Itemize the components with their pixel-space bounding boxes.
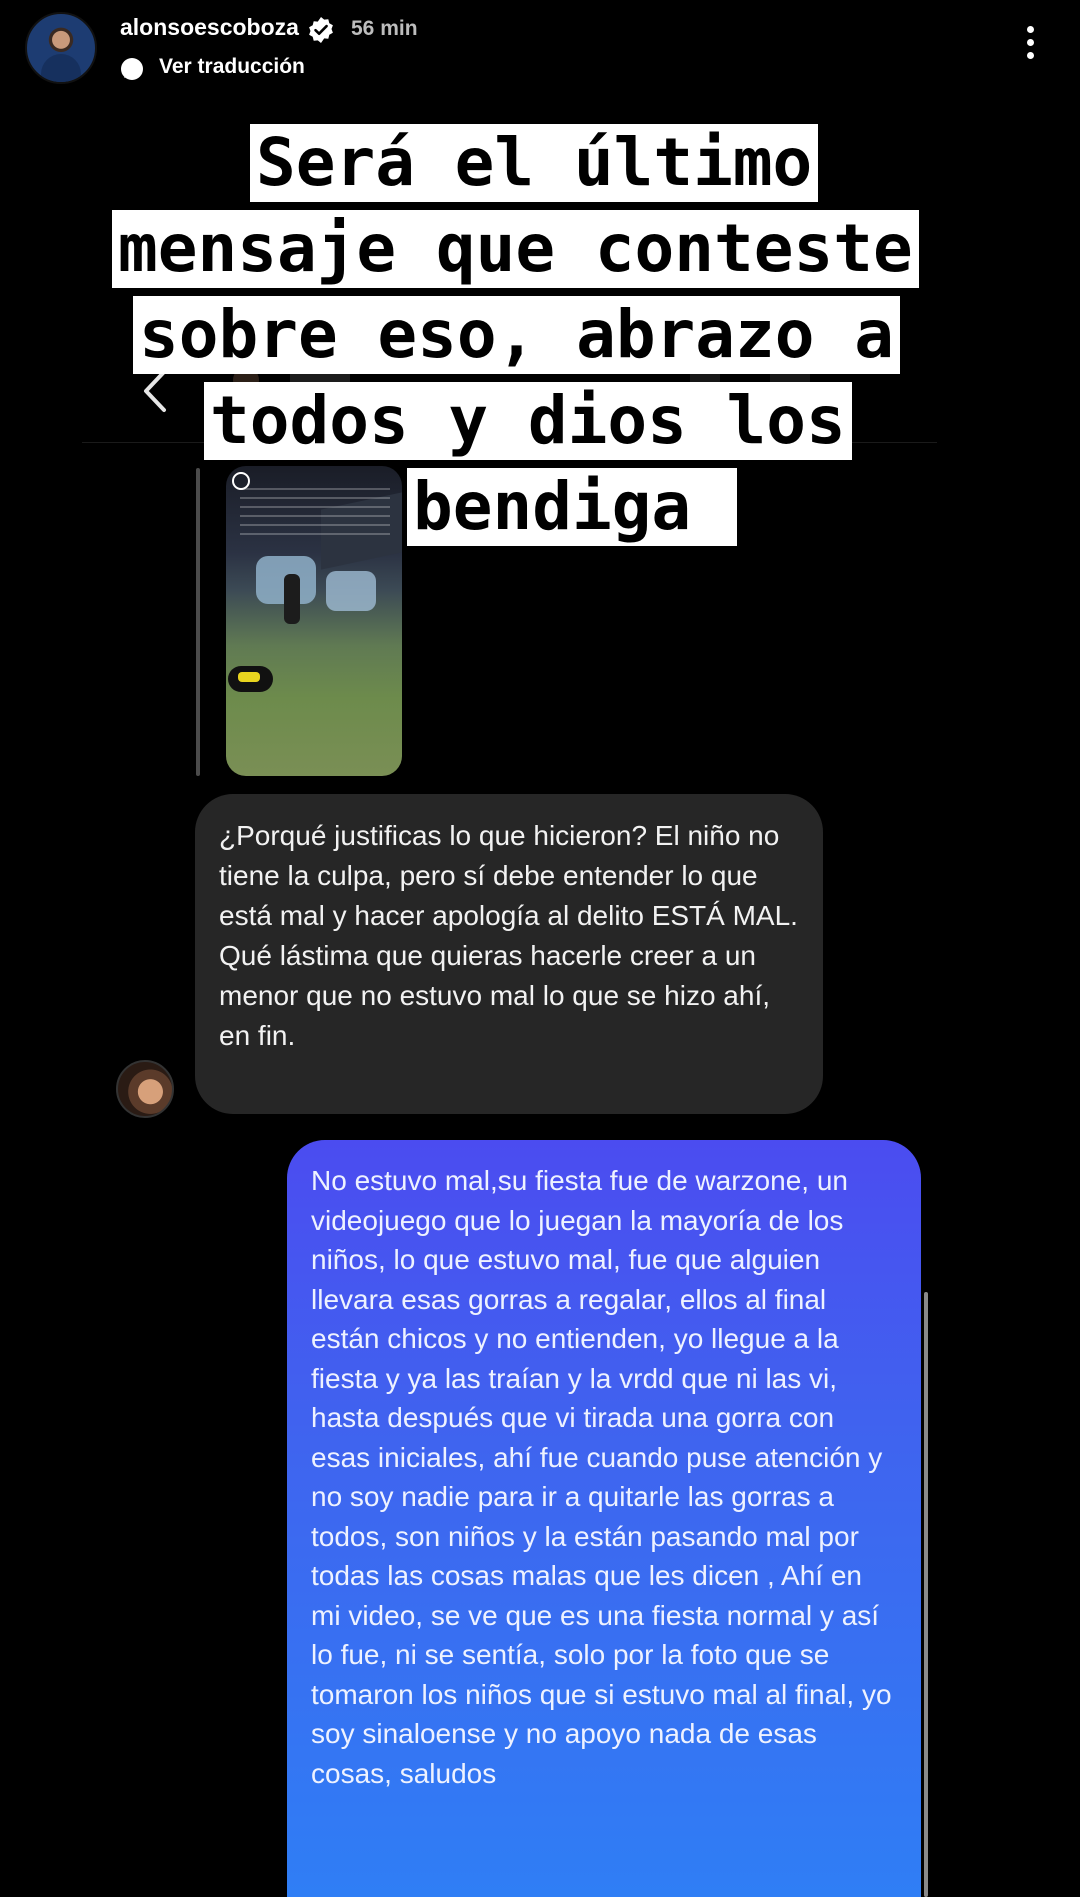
scrollbar [924, 1292, 928, 1897]
username[interactable]: alonsoescoboza [120, 14, 299, 41]
story-header: alonsoescoboza 56 min Ver traducción [0, 0, 1080, 100]
back-chevron-icon [144, 370, 166, 412]
incoming-message-text-1: ¿Porqué justificas lo que hicieron? El n… [219, 820, 798, 931]
caption-line-4: todos y dios los [204, 382, 852, 460]
caption-line-1: Será el último [250, 124, 819, 202]
more-options-icon[interactable] [1015, 26, 1045, 66]
reply-quote-bar [196, 468, 200, 776]
outgoing-message: No estuvo mal,su fiesta fue de warzone, … [287, 1140, 921, 1897]
caption-line-5: bendiga [407, 468, 737, 546]
profile-avatar[interactable] [25, 12, 97, 84]
incoming-message-text-2: Qué lástima que quieras hacerle creer a … [219, 940, 771, 1051]
caption-line-3: sobre eso, abrazo a [133, 296, 900, 374]
incoming-message: ¿Porqué justificas lo que hicieron? El n… [195, 794, 823, 1114]
outgoing-message-text: No estuvo mal,su fiesta fue de warzone, … [311, 1165, 892, 1789]
media-type-icon [232, 472, 250, 490]
caption-line-2: mensaje que conteste [112, 210, 919, 288]
translate-icon[interactable] [120, 57, 144, 81]
translate-link[interactable]: Ver traducción [159, 55, 305, 79]
verified-badge-icon [309, 17, 333, 43]
sender-avatar [116, 1060, 174, 1118]
post-time: 56 min [351, 17, 418, 40]
shared-video-thumbnail[interactable] [226, 466, 402, 776]
